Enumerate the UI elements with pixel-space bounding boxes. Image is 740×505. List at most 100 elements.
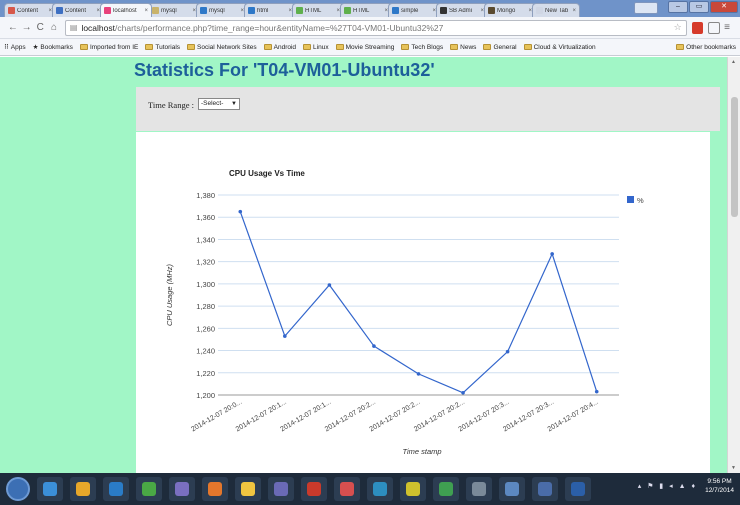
tab-label: simple — [401, 7, 419, 14]
taskbar-app-0[interactable] — [37, 477, 63, 501]
app-icon — [109, 482, 123, 496]
back-icon[interactable]: ← — [6, 22, 20, 33]
scroll-down-icon[interactable]: ▼ — [731, 465, 736, 471]
tab-4[interactable]: mysql × — [196, 3, 248, 17]
tray-icons[interactable]: ▴ ⚑ ▮ ◂ ▲ ♦ — [638, 482, 697, 490]
tab-favicon-icon — [440, 7, 447, 14]
reload-icon[interactable]: C — [33, 22, 47, 33]
taskbar-app-1[interactable] — [70, 477, 96, 501]
data-point — [550, 252, 554, 256]
bookmark-item[interactable]: General — [483, 44, 517, 51]
forward-icon[interactable]: → — [20, 22, 34, 33]
tab-2[interactable]: localhost × — [100, 3, 152, 17]
minimize-button[interactable]: – — [668, 1, 688, 13]
bookmark-label: Tutorials — [155, 43, 181, 51]
maximize-button[interactable]: ▭ — [689, 1, 709, 13]
app-icon — [505, 482, 519, 496]
taskbar-app-5[interactable] — [202, 477, 228, 501]
taskbar-app-8[interactable] — [301, 477, 327, 501]
bookmark-item[interactable]: ⠿ Apps — [4, 43, 26, 52]
menu-icon[interactable]: ≡ — [720, 22, 734, 33]
bookmark-item[interactable]: Linux — [303, 44, 329, 51]
taskbar-app-13[interactable] — [466, 477, 492, 501]
taskbar-app-6[interactable] — [235, 477, 261, 501]
vertical-scrollbar[interactable]: ▲ ▼ — [727, 57, 740, 473]
tab-10[interactable]: Mongo × — [484, 3, 536, 17]
taskbar-app-2[interactable] — [103, 477, 129, 501]
folder-icon — [401, 44, 410, 50]
bookmark-label: Apps — [10, 43, 26, 51]
bookmark-item[interactable]: Imported from IE — [79, 43, 139, 51]
tab-favicon-icon — [56, 7, 63, 14]
cast-icon[interactable] — [708, 21, 721, 34]
tab-11[interactable]: New Tab × — [532, 3, 580, 17]
page-margin — [710, 132, 727, 473]
folder-icon — [145, 44, 154, 50]
bookmark-item[interactable]: News — [450, 44, 476, 51]
time-range-bar: Time Range : -Select- ▼ — [136, 87, 720, 131]
bookmark-label: Imported from IE — [89, 43, 139, 51]
scroll-up-icon[interactable]: ▲ — [731, 59, 736, 65]
browser-toolbar: ← → C ⌂ ▤ localhost/charts/performance.p… — [0, 17, 740, 39]
close-window-button[interactable]: ✕ — [710, 1, 738, 13]
bookmark-item[interactable]: ★ Bookmarks — [33, 43, 73, 52]
url-host: localhost — [81, 22, 115, 33]
tab-5[interactable]: html × — [244, 3, 296, 17]
y-tick-label: 1,360 — [196, 213, 215, 222]
taskbar-app-10[interactable] — [367, 477, 393, 501]
taskbar-app-3[interactable] — [136, 477, 162, 501]
other-bookmarks[interactable]: Other bookmarks — [676, 44, 736, 51]
address-bar[interactable]: ▤ localhost/charts/performance.php?time_… — [64, 19, 687, 36]
y-tick-label: 1,300 — [196, 280, 215, 289]
tab-strip: Content × Content × localhost × mysql × mysql × ht… — [0, 0, 740, 17]
x-axis-label: Time stamp — [402, 447, 441, 456]
taskbar-app-9[interactable] — [334, 477, 360, 501]
tab-6[interactable]: HTML × — [292, 3, 344, 17]
app-icon — [307, 482, 321, 496]
chevron-down-icon: ▼ — [231, 101, 237, 107]
time-range-select[interactable]: -Select- ▼ — [198, 98, 240, 110]
clock[interactable]: 9:56 PM 12/7/2014 — [705, 477, 734, 495]
tab-8[interactable]: simple × — [388, 3, 440, 17]
other-bookmarks-label: Other bookmarks — [686, 43, 736, 51]
profile-button[interactable] — [634, 2, 658, 14]
data-point — [238, 209, 243, 214]
close-tab-icon[interactable]: × — [144, 8, 148, 14]
tab-0[interactable]: Content × — [4, 3, 56, 17]
taskbar-app-14[interactable] — [499, 477, 525, 501]
taskbar-app-16[interactable] — [565, 477, 591, 501]
bookmark-item[interactable]: Social Network Sites — [187, 44, 257, 51]
folder-icon — [335, 44, 344, 50]
tab-1[interactable]: Content × — [52, 3, 104, 17]
data-point — [505, 349, 510, 354]
taskbar-app-11[interactable] — [400, 477, 426, 501]
folder-icon — [450, 44, 459, 50]
bookmark-star-icon[interactable]: ☆ — [674, 22, 682, 33]
bookmark-item[interactable]: Cloud & Virtualization — [523, 44, 596, 51]
scroll-thumb[interactable] — [731, 97, 738, 217]
bookmark-item[interactable]: Android — [263, 44, 296, 51]
clock-time: 9:56 PM — [707, 478, 732, 485]
tab-label: localhost — [113, 7, 137, 14]
data-point — [594, 389, 599, 394]
close-tab-icon[interactable]: × — [572, 8, 576, 14]
taskbar-app-4[interactable] — [169, 477, 195, 501]
y-tick-label: 1,340 — [196, 235, 215, 244]
tab-9[interactable]: SB Admi × — [436, 3, 488, 17]
taskbar-app-12[interactable] — [433, 477, 459, 501]
time-range-value: -Select- — [201, 100, 224, 107]
tab-label: html — [257, 7, 269, 14]
taskbar-app-7[interactable] — [268, 477, 294, 501]
bookmark-item[interactable]: Tech Blogs — [401, 44, 443, 51]
extension-icon[interactable] — [691, 21, 704, 34]
tab-3[interactable]: mysql × — [148, 3, 200, 17]
bookmark-item[interactable]: Tutorials — [145, 44, 180, 51]
y-tick-label: 1,240 — [196, 347, 215, 356]
tab-7[interactable]: HTML × — [340, 3, 392, 17]
y-tick-label: 1,220 — [196, 369, 215, 378]
taskbar-app-15[interactable] — [532, 477, 558, 501]
start-button[interactable] — [6, 477, 30, 501]
home-icon[interactable]: ⌂ — [47, 22, 61, 33]
bookmark-label: Tech Blogs — [411, 43, 444, 51]
bookmark-item[interactable]: Movie Streaming — [335, 44, 394, 51]
